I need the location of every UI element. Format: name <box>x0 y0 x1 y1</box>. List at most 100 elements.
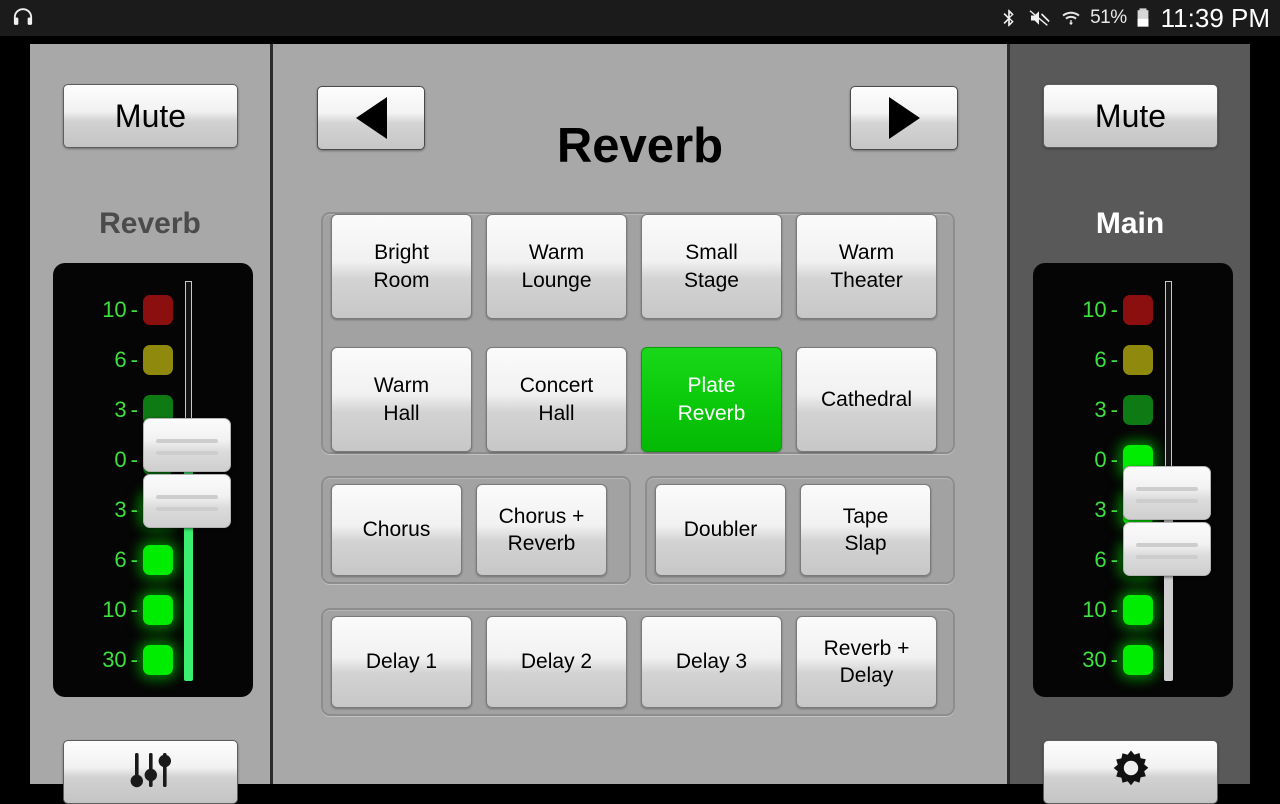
preset-button[interactable]: Plate Reverb <box>641 347 782 452</box>
grip-line <box>156 507 218 511</box>
right-led-label: 3 <box>1094 497 1107 522</box>
preset-button[interactable]: Reverb + Delay <box>796 616 937 708</box>
led-tick-icon: - <box>130 447 138 472</box>
left-channel-strip: Mute Reverb 10-6-3-0-3-6-10-30- <box>30 44 273 804</box>
preset-button[interactable]: Warm Hall <box>331 347 472 452</box>
left-led-label: 30 <box>102 647 127 672</box>
led-tick-icon: - <box>1110 347 1118 372</box>
left-strip-title: Reverb <box>99 207 201 240</box>
right-fader-handle-a[interactable] <box>1123 466 1211 520</box>
preset-button[interactable]: Delay 3 <box>641 616 782 708</box>
preset-button[interactable]: Small Stage <box>641 214 782 319</box>
group-reverb-presets: Bright Room Warm Lounge Small Stage Warm Th… <box>321 212 955 454</box>
group-delay-presets: Delay 1 Delay 2 Delay 3 Reverb + Delay <box>321 608 955 716</box>
preset-button[interactable]: Warm Theater <box>796 214 937 319</box>
preset-button[interactable]: Delay 2 <box>486 616 627 708</box>
right-fader-track-upper <box>1165 281 1172 478</box>
gear-icon <box>1109 748 1153 797</box>
right-led-label: 6 <box>1094 547 1107 572</box>
left-fader-track-upper <box>185 281 192 430</box>
left-led-label: 6 <box>114 347 127 372</box>
preset-button[interactable]: Chorus <box>331 484 462 576</box>
right-led-label: 10 <box>1082 597 1107 622</box>
right-fader[interactable] <box>1123 281 1211 681</box>
led-tick-icon: - <box>1110 597 1118 622</box>
led-tick-icon: - <box>130 647 138 672</box>
led-tick-icon: - <box>1110 397 1118 422</box>
app-root: Mute Reverb 10-6-3-0-3-6-10-30- Reverb B… <box>30 44 1250 804</box>
preset-button[interactable]: Cathedral <box>796 347 937 452</box>
right-led-segment <box>1123 345 1153 375</box>
led-tick-icon: - <box>1110 297 1118 322</box>
preset-button[interactable]: Concert Hall <box>486 347 627 452</box>
right-led-label: 6 <box>1094 347 1107 372</box>
left-led-segment <box>143 295 173 325</box>
left-mute-button[interactable]: Mute <box>63 84 238 148</box>
left-fader-handle-b[interactable] <box>143 474 231 528</box>
right-led-label: 10 <box>1082 297 1107 322</box>
left-level-meter: 10-6-3-0-3-6-10-30- <box>53 263 253 697</box>
led-tick-icon: - <box>130 397 138 422</box>
left-led-label: 6 <box>114 547 127 572</box>
left-settings-button[interactable] <box>63 740 238 804</box>
preset-button[interactable]: Chorus + Reverb <box>476 484 607 576</box>
status-bar-left <box>0 5 36 31</box>
left-led-row: 10- <box>63 285 173 335</box>
right-led-label: 30 <box>1082 647 1107 672</box>
status-bar-clock: 11:39 PM <box>1160 2 1270 33</box>
grip-line <box>156 439 218 443</box>
status-bar: 51% 11:39 PM <box>0 0 1280 36</box>
left-led-label: 10 <box>102 297 127 322</box>
left-led-segment <box>143 345 173 375</box>
left-fader[interactable] <box>143 281 231 681</box>
right-led-row: 30- <box>1043 635 1153 685</box>
group-chorus-presets: Chorus Chorus + Reverb <box>321 476 631 584</box>
right-led-segment <box>1123 595 1153 625</box>
right-settings-button[interactable] <box>1043 740 1218 804</box>
left-led-row: 6- <box>63 335 173 385</box>
right-mute-button[interactable]: Mute <box>1043 84 1218 148</box>
center-panel: Reverb Bright Room Warm Lounge Small Stage… <box>273 44 1007 784</box>
left-led-row: 6- <box>63 535 173 585</box>
preset-button[interactable]: Delay 1 <box>331 616 472 708</box>
led-tick-icon: - <box>1110 647 1118 672</box>
led-tick-icon: - <box>1110 497 1118 522</box>
led-tick-icon: - <box>1110 447 1118 472</box>
left-led-label: 0 <box>114 447 127 472</box>
right-channel-strip: Mute Main 10-6-3-0-3-6-10-30- <box>1007 44 1250 804</box>
led-tick-icon: - <box>130 547 138 572</box>
preset-button[interactable]: Warm Lounge <box>486 214 627 319</box>
battery-icon <box>1136 6 1150 30</box>
left-led-segment <box>143 595 173 625</box>
headphones-icon <box>10 5 36 31</box>
right-led-segment <box>1123 395 1153 425</box>
right-fader-handle-b[interactable] <box>1123 522 1211 576</box>
grip-line <box>156 495 218 499</box>
left-led-label: 3 <box>114 397 127 422</box>
right-led-label: 3 <box>1094 397 1107 422</box>
grip-line <box>1136 499 1198 503</box>
left-led-segment <box>143 545 173 575</box>
preset-button[interactable]: Bright Room <box>331 214 472 319</box>
bluetooth-icon <box>999 6 1019 30</box>
right-led-row: 10- <box>1043 585 1153 635</box>
battery-percent-label: 51% <box>1090 7 1127 28</box>
right-led-segment <box>1123 645 1153 675</box>
right-level-meter: 10-6-3-0-3-6-10-30- <box>1033 263 1233 697</box>
left-led-segment <box>143 645 173 675</box>
volume-mute-icon <box>1028 6 1052 30</box>
left-led-row: 30- <box>63 635 173 685</box>
preset-button[interactable]: Tape Slap <box>800 484 931 576</box>
grip-line <box>1136 555 1198 559</box>
led-tick-icon: - <box>1110 547 1118 572</box>
led-tick-icon: - <box>130 297 138 322</box>
right-led-row: 6- <box>1043 335 1153 385</box>
right-led-row: 10- <box>1043 285 1153 335</box>
left-fader-handle-a[interactable] <box>143 418 231 472</box>
preset-button[interactable]: Doubler <box>655 484 786 576</box>
group-doubler-presets: Doubler Tape Slap <box>645 476 955 584</box>
triangle-right-icon <box>888 97 920 139</box>
next-page-button[interactable] <box>850 86 958 150</box>
led-tick-icon: - <box>130 347 138 372</box>
right-led-row: 3- <box>1043 385 1153 435</box>
